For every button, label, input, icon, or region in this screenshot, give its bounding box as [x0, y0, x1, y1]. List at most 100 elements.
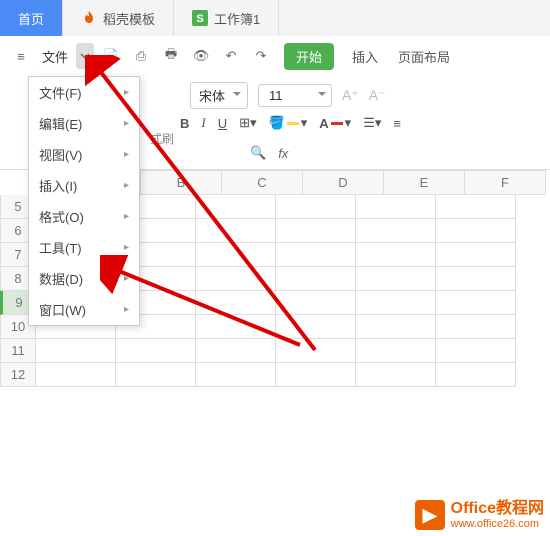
cell[interactable] [196, 315, 276, 339]
fx-label[interactable]: fx [278, 146, 288, 161]
col-head-b[interactable]: B [140, 170, 222, 195]
col-head-f[interactable]: F [465, 170, 546, 195]
cell[interactable] [276, 291, 356, 315]
chevron-right-icon: ▸ [124, 273, 129, 284]
cell[interactable] [436, 267, 516, 291]
tab-home-label: 首页 [18, 9, 44, 28]
output-icon[interactable]: ⎙ [128, 43, 154, 69]
cell[interactable] [196, 195, 276, 219]
cell[interactable] [436, 243, 516, 267]
menu-file[interactable]: 文件(F)▸ [29, 77, 139, 108]
cell[interactable] [356, 243, 436, 267]
cell[interactable] [276, 339, 356, 363]
cell[interactable] [276, 243, 356, 267]
watermark: ▶ Office教程网 www.office26.com [415, 500, 544, 530]
cell[interactable] [356, 291, 436, 315]
save-icon[interactable]: 📄 [98, 43, 124, 69]
file-label: 文件 [42, 47, 68, 66]
cell[interactable] [356, 219, 436, 243]
bold-button[interactable]: B [180, 116, 189, 131]
tab-home[interactable]: 首页 [0, 0, 63, 36]
cell[interactable] [356, 339, 436, 363]
cell[interactable] [436, 339, 516, 363]
cell[interactable] [436, 363, 516, 387]
cell[interactable] [276, 267, 356, 291]
file-button[interactable]: 文件 [38, 47, 72, 66]
insert-label: 插入 [352, 50, 378, 65]
zoom-icon[interactable]: 🔍 [250, 145, 266, 161]
menu-format[interactable]: 格式(O)▸ [29, 201, 139, 232]
cell[interactable] [196, 363, 276, 387]
fill-color-button[interactable]: 🪣▾ [269, 115, 308, 131]
cell[interactable] [196, 243, 276, 267]
cell[interactable] [276, 363, 356, 387]
row-head-11[interactable]: 11 [0, 339, 36, 363]
menu-icon[interactable]: ≡ [8, 43, 34, 69]
menu-insert[interactable]: 插入(I)▸ [29, 170, 139, 201]
border-button[interactable]: ⊞▾ [239, 115, 256, 131]
menu-view[interactable]: 视图(V)▸ [29, 139, 139, 170]
align-button[interactable]: ≡ [393, 116, 401, 131]
cell[interactable] [196, 291, 276, 315]
increase-font-icon[interactable]: A⁺ [342, 87, 359, 104]
cell[interactable] [356, 315, 436, 339]
cell[interactable] [356, 267, 436, 291]
start-tab[interactable]: 开始 [284, 43, 334, 70]
cell[interactable] [276, 315, 356, 339]
print-icon[interactable]: 🖶 [158, 43, 184, 69]
col-head-d[interactable]: D [303, 170, 384, 195]
menu-data[interactable]: 数据(D)▸ [29, 263, 139, 294]
preview-icon[interactable]: 👁 [188, 43, 214, 69]
italic-button[interactable]: I [201, 115, 205, 131]
cell[interactable] [276, 219, 356, 243]
watermark-url: www.office26.com [451, 518, 544, 530]
cell[interactable] [196, 267, 276, 291]
cell[interactable] [436, 219, 516, 243]
decrease-font-icon[interactable]: A⁻ [369, 87, 386, 104]
font-size-select[interactable]: 11 [258, 84, 332, 107]
cell[interactable] [116, 339, 196, 363]
page-layout-label: 页面布局 [398, 50, 450, 65]
menu-edit[interactable]: 编辑(E)▸ [29, 108, 139, 139]
undo-icon[interactable]: ↶ [218, 43, 244, 69]
underline-button[interactable]: U [218, 116, 227, 131]
cell[interactable] [436, 195, 516, 219]
menu-window[interactable]: 窗口(W)▸ [29, 294, 139, 325]
font-color-button[interactable]: A▾ [319, 115, 351, 131]
chevron-right-icon: ▸ [124, 211, 129, 222]
cell[interactable] [436, 291, 516, 315]
tab-workbook[interactable]: S 工作簿1 [174, 0, 279, 36]
cell[interactable] [36, 363, 116, 387]
flame-icon [81, 10, 97, 26]
cell[interactable] [36, 339, 116, 363]
col-head-c[interactable]: C [222, 170, 303, 195]
office-logo-icon: ▶ [415, 500, 445, 530]
format-painter-label: 式刷 [150, 130, 174, 147]
chevron-right-icon: ▸ [124, 304, 129, 315]
page-layout-tab[interactable]: 页面布局 [390, 43, 458, 70]
tab-template[interactable]: 稻壳模板 [63, 0, 174, 36]
redo-icon[interactable]: ↷ [248, 43, 274, 69]
cell[interactable] [116, 363, 196, 387]
cell[interactable] [196, 339, 276, 363]
spreadsheet-icon: S [192, 10, 208, 26]
file-dropdown-button[interactable] [76, 43, 94, 69]
font-name-select[interactable]: 宋体 [190, 82, 248, 109]
cell[interactable] [356, 195, 436, 219]
cell[interactable] [276, 195, 356, 219]
menu-tools[interactable]: 工具(T)▸ [29, 232, 139, 263]
watermark-title: Office教程网 [451, 500, 544, 518]
cell[interactable] [196, 219, 276, 243]
file-dropdown-menu: 文件(F)▸ 编辑(E)▸ 视图(V)▸ 插入(I)▸ 格式(O)▸ 工具(T)… [28, 76, 140, 326]
document-tabs: 首页 稻壳模板 S 工作簿1 [0, 0, 550, 36]
chevron-right-icon: ▸ [124, 118, 129, 129]
col-head-e[interactable]: E [384, 170, 465, 195]
merge-button[interactable]: ☰▾ [363, 115, 381, 131]
start-label: 开始 [296, 50, 322, 65]
chevron-right-icon: ▸ [124, 180, 129, 191]
insert-tab[interactable]: 插入 [344, 43, 386, 70]
cell[interactable] [436, 315, 516, 339]
row-head-12[interactable]: 12 [0, 363, 36, 387]
chevron-right-icon: ▸ [124, 87, 129, 98]
cell[interactable] [356, 363, 436, 387]
